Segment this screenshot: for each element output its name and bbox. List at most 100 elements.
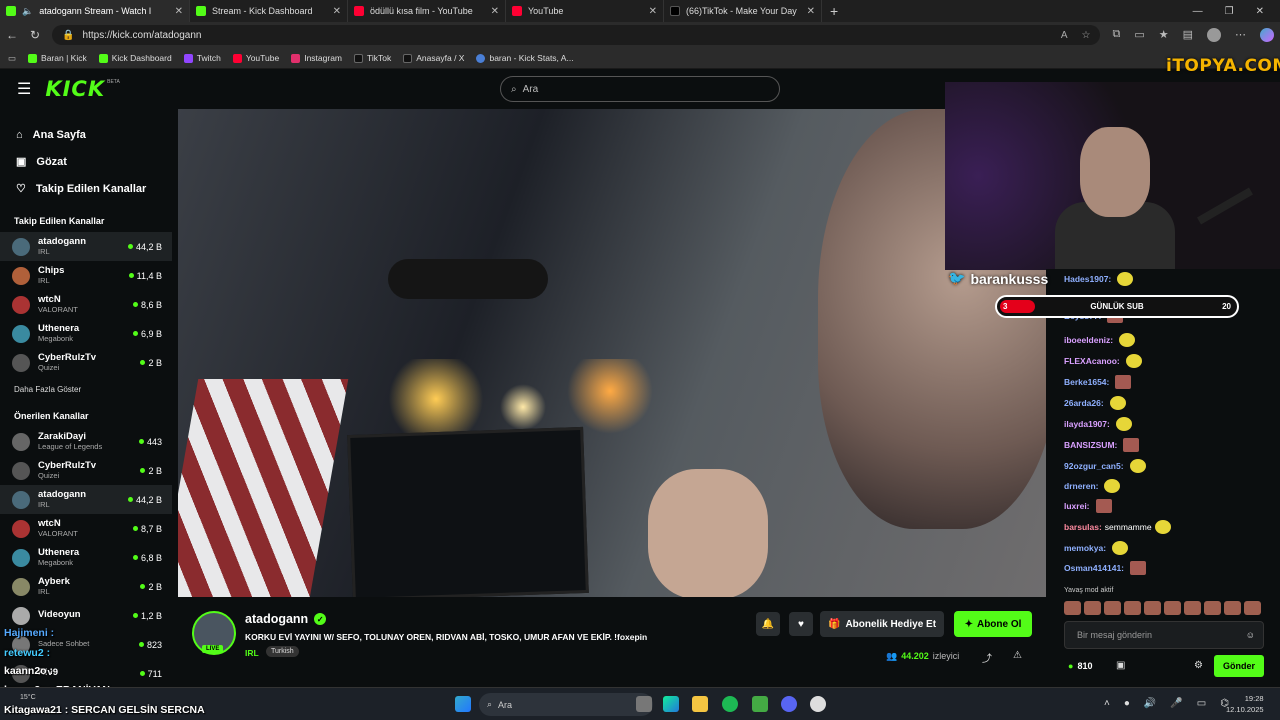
streamer-name[interactable]: atadogann [245, 612, 308, 626]
emote[interactable] [1244, 601, 1261, 615]
chat-username[interactable]: barsulas: [1064, 522, 1102, 532]
chevron-up-icon[interactable]: ˄ [1104, 698, 1110, 709]
obs-icon[interactable] [810, 696, 826, 712]
channel-row[interactable]: atadogann IRL 44,2 B [0, 485, 172, 514]
rewards-icon[interactable]: ▣ [1116, 660, 1125, 671]
emote[interactable] [1204, 601, 1221, 615]
send-button[interactable]: Gönder [1214, 655, 1264, 677]
close-tab-icon[interactable]: ✕ [491, 6, 499, 17]
chat-username[interactable]: 26arda26: [1064, 398, 1104, 408]
chat-username[interactable]: Osman414141: [1064, 563, 1124, 573]
channel-row[interactable]: Videoyun 1,2 B [0, 601, 172, 630]
volume-icon[interactable]: 🔊 [1144, 698, 1156, 709]
tab-4[interactable]: (66)TikTok - Make Your Day ✕ [664, 0, 822, 22]
copilot-icon[interactable] [1260, 28, 1274, 42]
menu-dots-icon[interactable]: ⋯ [1235, 28, 1246, 42]
chat-input[interactable]: Bir mesaj gönderin ☺ [1064, 621, 1264, 649]
bookmark-1[interactable]: Kick Dashboard [98, 53, 172, 63]
edge-icon[interactable] [663, 696, 679, 712]
bookmark-7[interactable]: baran - Kick Stats, A... [476, 53, 574, 63]
video-player[interactable] [178, 109, 1046, 597]
chat-username[interactable]: 92ozgur_can5: [1064, 461, 1124, 471]
bookmark-4[interactable]: Instagram [291, 53, 342, 63]
sidebar-toggle-icon[interactable]: ▭ [8, 53, 16, 64]
collections-icon[interactable]: ▤ [1183, 28, 1193, 42]
app-icon[interactable] [752, 696, 768, 712]
notification-bell-button[interactable]: 🔔 [756, 612, 780, 636]
report-icon[interactable]: ⚠ [1013, 650, 1022, 661]
channel-row[interactable]: Chips IRL 11,4 B [0, 261, 172, 290]
bookmark-2[interactable]: Twitch [183, 53, 221, 63]
read-aloud-icon[interactable]: A [1061, 30, 1068, 41]
channel-row[interactable]: atadogann IRL 44,2 B [0, 232, 172, 261]
channel-row[interactable]: wtcN VALORANT 8,6 B [0, 290, 172, 319]
clock[interactable]: 19:28 12.10.2025 [1226, 694, 1264, 715]
favorites-icon[interactable]: ★ [1159, 28, 1169, 42]
extensions-icon[interactable]: ⧉ [1112, 28, 1120, 42]
settings-gear-icon[interactable]: ⚙ [1194, 660, 1203, 671]
emote[interactable] [1224, 601, 1241, 615]
chat-username[interactable]: memokya: [1064, 543, 1106, 553]
new-tab-button[interactable]: + [822, 3, 846, 19]
tab-2[interactable]: ödüllü kısa film - YouTube ✕ [348, 0, 506, 22]
emote[interactable] [1064, 601, 1081, 615]
emote[interactable] [1184, 601, 1201, 615]
channel-row[interactable]: CyberRulzTv Quizei 2 B [0, 456, 172, 485]
discord-icon[interactable] [781, 696, 797, 712]
chat-username[interactable]: drneren: [1064, 481, 1098, 491]
taskbar-search[interactable]: ⌕ Ara [479, 693, 653, 716]
close-tab-icon[interactable]: ✕ [333, 6, 341, 17]
profile-avatar[interactable] [1207, 28, 1221, 42]
tab-1[interactable]: Stream - Kick Dashboard ✕ [190, 0, 348, 22]
chat-username[interactable]: ilayda1907: [1064, 419, 1110, 429]
channel-row[interactable]: Uthenera Megabonk 6,9 B [0, 319, 172, 348]
show-more-link[interactable]: Daha Fazla Göster [0, 385, 172, 401]
spotify-icon[interactable] [722, 696, 738, 712]
search-input[interactable]: ⌕ Ara [500, 76, 780, 102]
back-icon[interactable]: ← [6, 28, 18, 42]
chat-username[interactable]: BANSIZSUM: [1064, 440, 1117, 450]
close-tab-icon[interactable]: ✕ [649, 6, 657, 17]
emote[interactable] [1144, 601, 1161, 615]
shield-icon[interactable]: ● [1124, 698, 1130, 709]
maximize-icon[interactable]: ❐ [1225, 6, 1234, 17]
emote[interactable] [1104, 601, 1121, 615]
nav-home[interactable]: ⌂ Ana Sayfa [16, 121, 172, 148]
channel-row[interactable]: Uthenera Megabonk 6,8 B [0, 543, 172, 572]
subscribe-button[interactable]: ✦ Abone Ol [954, 611, 1032, 637]
emote[interactable] [1084, 601, 1101, 615]
tab-0[interactable]: 🔈 atadogann Stream - Watch l ✕ [0, 0, 190, 22]
kick-logo[interactable]: KICK [45, 77, 105, 101]
close-window-icon[interactable]: ✕ [1256, 6, 1264, 17]
emote[interactable] [1124, 601, 1141, 615]
share-icon[interactable]: ⤴ [982, 650, 992, 665]
bookmark-0[interactable]: Baran | Kick [28, 53, 87, 63]
nav-following[interactable]: ♡ Takip Edilen Kanallar [16, 175, 172, 202]
close-tab-icon[interactable]: ✕ [807, 6, 815, 17]
split-icon[interactable]: ▭ [1134, 28, 1144, 42]
file-explorer-icon[interactable] [692, 696, 708, 712]
stream-category[interactable]: IRL [245, 648, 259, 658]
chat-username[interactable]: Berke1654: [1064, 377, 1109, 387]
refresh-icon[interactable]: ↻ [30, 28, 40, 42]
channel-points[interactable]: ● 810 [1068, 661, 1092, 671]
channel-row[interactable]: ZarakiDayi League of Legends 443 [0, 427, 172, 456]
emote[interactable] [1164, 601, 1181, 615]
channel-row[interactable]: CyberRulzTv Quizei 2 B [0, 348, 172, 377]
hamburger-menu-icon[interactable]: ☰ [17, 79, 31, 99]
bookmark-3[interactable]: YouTube [232, 53, 279, 63]
channel-row[interactable]: wtcN VALORANT 8,7 B [0, 514, 172, 543]
display-icon[interactable]: ▭ [1197, 698, 1206, 709]
task-view-icon[interactable] [636, 696, 652, 712]
chat-username[interactable]: iboeeldeniz: [1064, 335, 1113, 345]
nav-browse[interactable]: ▣ Gözat [16, 148, 172, 175]
chat-username[interactable]: Hades1907: [1064, 274, 1111, 284]
chat-username[interactable]: luxrei: [1064, 501, 1090, 511]
bookmark-6[interactable]: Anasayfa / X [403, 53, 464, 63]
close-tab-icon[interactable]: ✕ [175, 6, 183, 17]
bookmark-5[interactable]: TikTok [354, 53, 391, 63]
emoji-icon[interactable]: ☺ [1246, 630, 1255, 640]
start-icon[interactable] [455, 696, 471, 712]
tab-3[interactable]: YouTube ✕ [506, 0, 664, 22]
speaker-icon[interactable]: 🔈 [22, 6, 33, 17]
